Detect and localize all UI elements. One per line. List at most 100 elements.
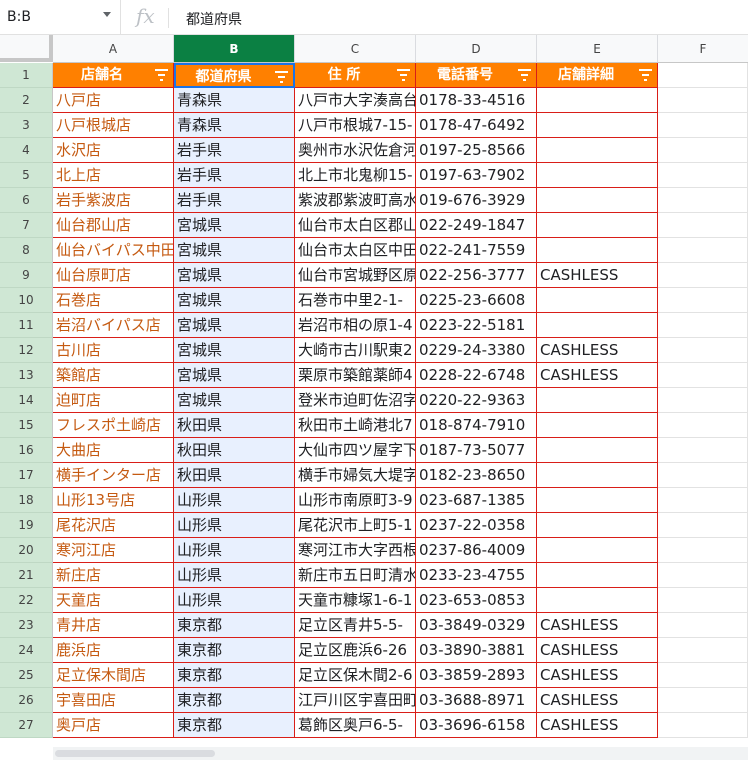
cell-address[interactable]: 仙台市太白区中田	[295, 238, 416, 263]
cell-prefecture[interactable]: 宮城県	[174, 238, 295, 263]
cell-phone[interactable]: 0237-22-0358	[416, 513, 537, 538]
cell-prefecture[interactable]: 青森県	[174, 88, 295, 113]
cell-prefecture[interactable]: 岩手県	[174, 163, 295, 188]
cell-empty[interactable]	[658, 288, 748, 313]
cell-prefecture[interactable]: 東京都	[174, 638, 295, 663]
cell-phone[interactable]: 0197-25-8566	[416, 138, 537, 163]
cell-store-name[interactable]: 築館店	[53, 363, 174, 388]
column-header-c[interactable]: C	[295, 35, 416, 63]
cell-empty[interactable]	[658, 263, 748, 288]
cell-empty[interactable]	[658, 538, 748, 563]
cell-details[interactable]	[537, 463, 658, 488]
cell-prefecture[interactable]: 山形県	[174, 513, 295, 538]
cell-phone[interactable]: 03-3849-0329	[416, 613, 537, 638]
cell-empty[interactable]	[658, 688, 748, 713]
cell-phone[interactable]: 03-3890-3881	[416, 638, 537, 663]
cell-store-name[interactable]: 宇喜田店	[53, 688, 174, 713]
row-header[interactable]: 17	[0, 463, 53, 488]
cell-phone[interactable]: 0178-33-4516	[416, 88, 537, 113]
cell-phone[interactable]: 0225-23-6608	[416, 288, 537, 313]
cell-prefecture[interactable]: 東京都	[174, 613, 295, 638]
cell-address[interactable]: 紫波郡紫波町高水	[295, 188, 416, 213]
header-cell-prefecture[interactable]: 都道府県	[174, 63, 295, 88]
header-cell-store-name[interactable]: 店舗名	[53, 63, 174, 88]
cell-prefecture[interactable]: 山形県	[174, 563, 295, 588]
cell-address[interactable]: 足立区青井5-5-	[295, 613, 416, 638]
row-header[interactable]: 14	[0, 388, 53, 413]
cell-details[interactable]	[537, 488, 658, 513]
cell-empty[interactable]	[658, 213, 748, 238]
cell-phone[interactable]: 023-653-0853	[416, 588, 537, 613]
cell-store-name[interactable]: 鹿浜店	[53, 638, 174, 663]
row-header[interactable]: 19	[0, 513, 53, 538]
cell-phone[interactable]: 023-687-1385	[416, 488, 537, 513]
cell-prefecture[interactable]: 宮城県	[174, 363, 295, 388]
cell-details[interactable]	[537, 213, 658, 238]
column-header-f[interactable]: F	[658, 35, 748, 63]
cell-empty[interactable]	[658, 363, 748, 388]
cell-phone[interactable]: 0228-22-6748	[416, 363, 537, 388]
cell-address[interactable]: 栗原市築館薬師4	[295, 363, 416, 388]
cell-phone[interactable]: 022-256-3777	[416, 263, 537, 288]
row-header[interactable]: 12	[0, 338, 53, 363]
cell-empty[interactable]	[658, 563, 748, 588]
column-header-e[interactable]: E	[537, 35, 658, 63]
row-header[interactable]: 13	[0, 363, 53, 388]
cell-details[interactable]	[537, 388, 658, 413]
row-header[interactable]: 5	[0, 163, 53, 188]
cell-details[interactable]	[537, 438, 658, 463]
name-box[interactable]: B:B	[0, 0, 121, 35]
cell-prefecture[interactable]: 岩手県	[174, 188, 295, 213]
cell-details[interactable]: CASHLESS	[537, 363, 658, 388]
cell-prefecture[interactable]: 山形県	[174, 488, 295, 513]
cell-address[interactable]: 奥州市水沢佐倉河	[295, 138, 416, 163]
row-header[interactable]: 22	[0, 588, 53, 613]
row-header[interactable]: 8	[0, 238, 53, 263]
cell-store-name[interactable]: 足立保木間店	[53, 663, 174, 688]
cell-prefecture[interactable]: 東京都	[174, 713, 295, 738]
chevron-down-icon[interactable]	[103, 12, 111, 17]
header-cell-address[interactable]: 住 所	[295, 63, 416, 88]
cell-phone[interactable]: 022-249-1847	[416, 213, 537, 238]
cell-address[interactable]: 足立区保木間2-6	[295, 663, 416, 688]
row-header[interactable]: 11	[0, 313, 53, 338]
cell-empty[interactable]	[658, 88, 748, 113]
cell-details[interactable]	[537, 513, 658, 538]
cell-prefecture[interactable]: 東京都	[174, 663, 295, 688]
cell-empty[interactable]	[658, 238, 748, 263]
column-header-b[interactable]: B	[174, 35, 295, 63]
row-header[interactable]: 20	[0, 538, 53, 563]
cell-empty[interactable]	[658, 313, 748, 338]
cell-address[interactable]: 大崎市古川駅東2	[295, 338, 416, 363]
cell-empty[interactable]	[658, 438, 748, 463]
cell-details[interactable]: CASHLESS	[537, 613, 658, 638]
cell-store-name[interactable]: 寒河江店	[53, 538, 174, 563]
cell-empty[interactable]	[658, 663, 748, 688]
cell-store-name[interactable]: 仙台原町店	[53, 263, 174, 288]
cell-address[interactable]: 新庄市五日町清水	[295, 563, 416, 588]
cell-prefecture[interactable]: 宮城県	[174, 213, 295, 238]
cell-phone[interactable]: 0220-22-9363	[416, 388, 537, 413]
header-cell-details[interactable]: 店舗詳細	[537, 63, 658, 88]
row-header[interactable]: 1	[0, 63, 53, 88]
cell-empty[interactable]	[658, 588, 748, 613]
cell-details[interactable]: CASHLESS	[537, 263, 658, 288]
cell-details[interactable]	[537, 588, 658, 613]
cell-store-name[interactable]: 大曲店	[53, 438, 174, 463]
row-header[interactable]: 15	[0, 413, 53, 438]
cell-address[interactable]: 江戸川区宇喜田町	[295, 688, 416, 713]
cell-address[interactable]: 山形市南原町3-9	[295, 488, 416, 513]
formula-input[interactable]: 都道府県	[186, 9, 242, 29]
horizontal-scrollbar[interactable]	[53, 747, 748, 760]
cell-address[interactable]: 石巻市中里2-1-	[295, 288, 416, 313]
row-header[interactable]: 26	[0, 688, 53, 713]
cell-address[interactable]: 大仙市四ツ屋字下	[295, 438, 416, 463]
filter-icon[interactable]	[518, 69, 531, 81]
cell-empty[interactable]	[658, 138, 748, 163]
row-header[interactable]: 16	[0, 438, 53, 463]
cell-phone[interactable]: 022-241-7559	[416, 238, 537, 263]
cell-address[interactable]: 尾花沢市上町5-1	[295, 513, 416, 538]
cell-phone[interactable]: 0229-24-3380	[416, 338, 537, 363]
cell-phone[interactable]: 018-874-7910	[416, 413, 537, 438]
cell-phone[interactable]: 03-3859-2893	[416, 663, 537, 688]
